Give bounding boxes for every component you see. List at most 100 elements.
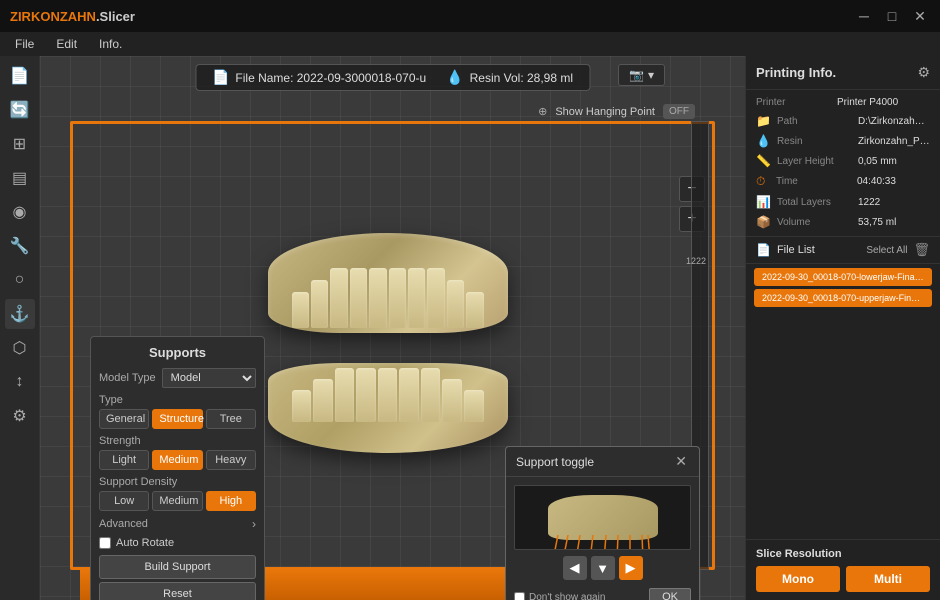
tooth [369, 268, 386, 328]
type-label: Type [99, 394, 256, 406]
settings-gear-icon[interactable]: ⚙ [917, 64, 930, 81]
total-layers-row: 📊 Total Layers 1222 [746, 192, 940, 212]
select-all-button[interactable]: Select All [866, 245, 907, 256]
maximize-button[interactable]: □ [882, 6, 902, 26]
tooth [311, 280, 328, 328]
reset-button[interactable]: Reset [99, 582, 256, 600]
tooth [356, 368, 376, 422]
type-row: Type General Structure Tree [99, 394, 256, 429]
tooth [408, 268, 425, 328]
left-sidebar: 📄 🔄 ⊞ ▤ ◉ 🔧 ○ ⚓ ⬡ ↕ ⚙ [0, 56, 40, 600]
file-name-label: File Name: 2022-09-3000018-070-u [235, 71, 426, 85]
nav-left-button[interactable]: ◀ [563, 556, 587, 580]
nav-right-button[interactable]: ▶ [619, 556, 643, 580]
strength-label: Strength [99, 435, 256, 447]
type-structure-btn[interactable]: Structure [152, 409, 202, 429]
sidebar-icon-file[interactable]: 📄 [5, 61, 35, 91]
sidebar-icon-layers[interactable]: ▤ [5, 163, 35, 193]
tooth [350, 268, 367, 328]
file-list-title: File List [777, 244, 860, 256]
hanging-point-label: Show Hanging Point [555, 106, 655, 118]
type-general-btn[interactable]: General [99, 409, 149, 429]
density-medium-btn[interactable]: Medium [152, 491, 202, 511]
resin-icon: 💧 [446, 69, 463, 86]
sidebar-icon-rotate[interactable]: 🔄 [5, 95, 35, 125]
printer-value: Printer P4000 [837, 97, 930, 108]
support-toggle-dialog: Support toggle ✕ [505, 446, 700, 600]
tooth [466, 292, 483, 328]
lower-teeth-row [292, 368, 484, 422]
sidebar-icon-support[interactable]: ⚓ [5, 299, 35, 329]
preview-dental-model [548, 495, 658, 540]
tooth [330, 268, 347, 328]
menubar: File Edit Info. [0, 32, 940, 56]
resin-row-icon: 💧 [756, 134, 771, 148]
dialog-body: ◀ ▼ ▶ Don't show again OK [506, 477, 699, 600]
path-icon: 📁 [756, 114, 771, 128]
build-support-button[interactable]: Build Support [99, 555, 256, 579]
model-type-select[interactable]: Model Part [162, 368, 256, 388]
layer-icon: 📏 [756, 154, 771, 168]
menu-edit[interactable]: Edit [46, 35, 87, 53]
strength-light-btn[interactable]: Light [99, 450, 149, 470]
sidebar-icon-grid[interactable]: ⊞ [5, 129, 35, 159]
strength-heavy-btn[interactable]: Heavy [206, 450, 256, 470]
viewport: 📄 File Name: 2022-09-3000018-070-u 💧 Res… [40, 56, 745, 600]
time-icon: ⏱ [756, 174, 770, 189]
printer-row: Printer Printer P4000 [746, 94, 940, 111]
tooth [421, 368, 441, 422]
printer-info-table: Printer Printer P4000 📁 Path D:\Zirkonza… [746, 90, 940, 236]
close-button[interactable]: ✕ [910, 6, 930, 26]
slice-buttons: Mono Multi [756, 566, 930, 592]
file-item-upper[interactable]: 2022-09-30_00018-070-upperjaw-Final-Up [754, 289, 932, 307]
ok-button[interactable]: OK [649, 588, 691, 600]
file-item-lower[interactable]: 2022-09-30_00018-070-lowerjaw-Final-Lo [754, 268, 932, 286]
multi-button[interactable]: Multi [846, 566, 930, 592]
tooth [313, 379, 333, 422]
dialog-close-button[interactable]: ✕ [673, 453, 689, 470]
sidebar-icon-arrow[interactable]: ↕ [5, 367, 35, 397]
advanced-arrow-icon[interactable]: › [252, 517, 256, 531]
delete-icon[interactable]: 🗑 [913, 242, 930, 258]
tooth [464, 390, 484, 422]
sidebar-icon-object[interactable]: ◉ [5, 197, 35, 227]
resin-value: Zirkonzahn_Printer Resin \ [858, 136, 930, 147]
density-label: Support Density [99, 476, 256, 488]
tooth [292, 390, 312, 422]
layer-height-value: 0,05 mm [858, 156, 930, 167]
type-tree-btn[interactable]: Tree [206, 409, 256, 429]
hanging-point-toggle[interactable]: OFF [663, 104, 695, 119]
advanced-label: Advanced [99, 518, 148, 530]
menu-file[interactable]: File [5, 35, 44, 53]
file-list: 2022-09-30_00018-070-lowerjaw-Final-Lo 2… [746, 264, 940, 311]
auto-rotate-row: Auto Rotate [99, 537, 256, 549]
sidebar-icon-settings[interactable]: ⚙ [5, 401, 35, 431]
support-lines-container [548, 535, 658, 550]
app-title: ZIRKONZAHN.Slicer [10, 9, 135, 24]
tooth [335, 368, 355, 422]
file-list-icon: 📄 [756, 243, 771, 257]
dialog-preview [514, 485, 691, 550]
sidebar-icon-slice[interactable]: ⬡ [5, 333, 35, 363]
upper-jaw-model [268, 233, 508, 333]
menu-info[interactable]: Info. [89, 35, 132, 53]
total-layers-value: 1222 [858, 197, 930, 208]
strength-medium-btn[interactable]: Medium [152, 450, 202, 470]
density-row: Support Density Low Medium High [99, 476, 256, 511]
density-low-btn[interactable]: Low [99, 491, 149, 511]
sidebar-icon-circle[interactable]: ○ [5, 265, 35, 295]
volume-row: 📦 Volume 53,75 ml [746, 212, 940, 232]
auto-rotate-checkbox[interactable] [99, 537, 111, 549]
dialog-title: Support toggle [516, 455, 594, 469]
mono-button[interactable]: Mono [756, 566, 840, 592]
brand-name: ZIRKONZAHN [10, 9, 96, 24]
minimize-button[interactable]: ─ [854, 6, 874, 26]
camera-nav-button[interactable]: 📷 ▾ [618, 64, 665, 86]
dont-show-again-checkbox[interactable] [514, 592, 525, 600]
sidebar-icon-tool[interactable]: 🔧 [5, 231, 35, 261]
hanging-point-icon: ⊕ [538, 105, 547, 118]
density-high-btn[interactable]: High [206, 491, 256, 511]
nav-down-button[interactable]: ▼ [591, 556, 615, 580]
camera-icon: 📷 [629, 68, 644, 82]
path-value: D:\Zirkonzahn\CAD-Data\U [858, 116, 930, 127]
